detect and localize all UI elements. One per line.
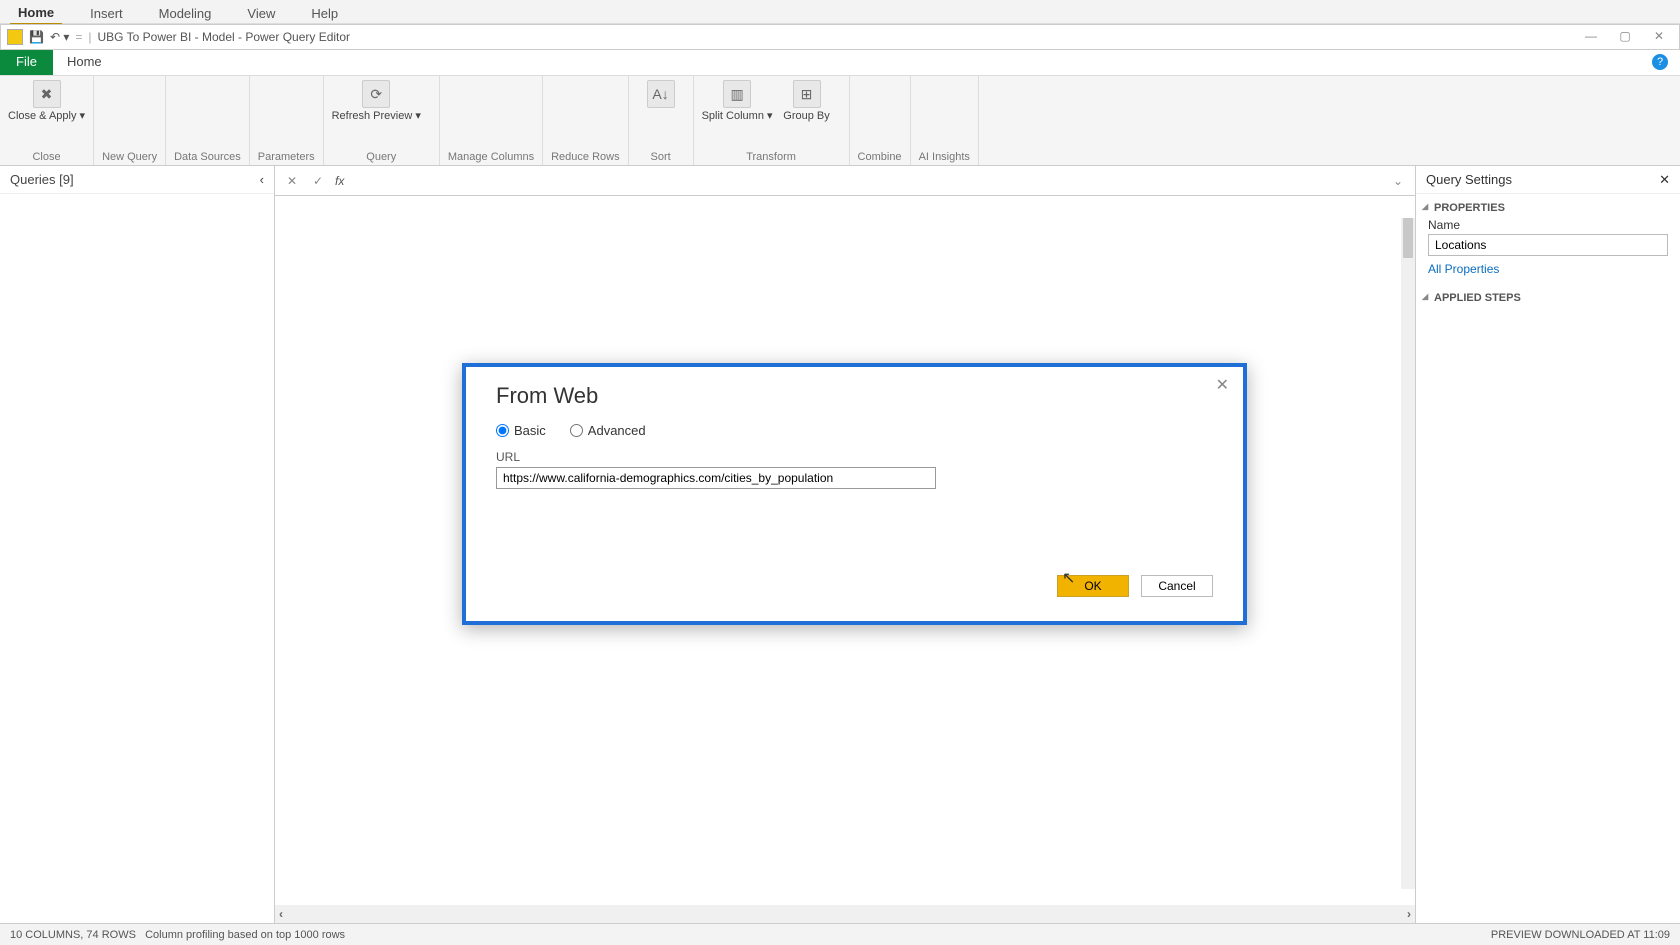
ribbon-tab-home[interactable]: Home bbox=[53, 50, 116, 75]
refresh-preview-button[interactable]: ⟳Refresh Preview ▾ bbox=[332, 80, 421, 123]
horizontal-scrollbar[interactable]: ‹› bbox=[275, 905, 1415, 923]
collapse-icon[interactable]: ‹ bbox=[260, 172, 264, 187]
top-menu-home[interactable]: Home bbox=[10, 2, 62, 25]
window-title: UBG To Power BI - Model - Power Query Ed… bbox=[98, 30, 351, 44]
ok-button[interactable]: OK bbox=[1057, 575, 1129, 597]
formula-expand-icon[interactable]: ⌄ bbox=[1389, 174, 1407, 188]
close-apply-button[interactable]: ✖Close & Apply ▾ bbox=[8, 80, 85, 123]
all-properties-link[interactable]: All Properties bbox=[1416, 262, 1680, 284]
advanced-radio[interactable]: Advanced bbox=[570, 423, 646, 438]
ribbon-tabs: File Home ? bbox=[0, 50, 1680, 76]
vertical-scrollbar[interactable] bbox=[1401, 218, 1415, 889]
url-input[interactable] bbox=[496, 467, 936, 489]
queries-pane: Queries [9] ‹ bbox=[0, 166, 275, 923]
from-web-dialog: ✕ From Web Basic Advanced URL OK Cancel bbox=[462, 363, 1247, 625]
pbi-logo-icon bbox=[7, 29, 23, 45]
group-by-button[interactable]: ⊞Group By bbox=[783, 80, 831, 123]
url-label: URL bbox=[496, 450, 1213, 464]
save-icon[interactable]: 💾 bbox=[29, 30, 44, 44]
query-settings-pane: Query Settings✕ PROPERTIES Name All Prop… bbox=[1415, 166, 1680, 923]
dialog-close-icon[interactable]: ✕ bbox=[1216, 375, 1229, 395]
minimize-icon[interactable]: — bbox=[1577, 29, 1605, 45]
close-icon[interactable]: ✕ bbox=[1645, 29, 1673, 45]
fx-icon[interactable]: fx bbox=[335, 174, 344, 188]
file-tab[interactable]: File bbox=[0, 50, 53, 75]
queries-title: Queries [9] bbox=[10, 172, 74, 187]
maximize-icon[interactable]: ▢ bbox=[1611, 29, 1639, 45]
basic-radio[interactable]: Basic bbox=[496, 423, 546, 438]
accept-formula-icon[interactable]: ✓ bbox=[309, 174, 327, 188]
cancel-button[interactable]: Cancel bbox=[1141, 575, 1213, 597]
applied-steps-section[interactable]: APPLIED STEPS bbox=[1416, 284, 1680, 308]
properties-section[interactable]: PROPERTIES bbox=[1416, 194, 1680, 218]
top-menu-insert[interactable]: Insert bbox=[82, 3, 131, 24]
top-menu-view[interactable]: View bbox=[239, 3, 283, 24]
formula-bar[interactable]: ✕ ✓ fx ⌄ bbox=[275, 166, 1415, 196]
titlebar: 💾 ↶ ▾ = | UBG To Power BI - Model - Powe… bbox=[0, 24, 1680, 50]
name-label: Name bbox=[1416, 218, 1680, 234]
sort-asc-button[interactable]: A↓ bbox=[637, 80, 685, 108]
app-top-menu: Home Insert Modeling View Help bbox=[0, 0, 1680, 24]
split-column-button[interactable]: ▥Split Column ▾ bbox=[702, 80, 773, 123]
query-name-input[interactable] bbox=[1428, 234, 1668, 256]
top-menu-help[interactable]: Help bbox=[303, 3, 346, 24]
undo-icon[interactable]: ↶ ▾ bbox=[50, 30, 69, 44]
statusbar: 10 COLUMNS, 74 ROWS Column profiling bas… bbox=[0, 923, 1680, 945]
top-menu-modeling[interactable]: Modeling bbox=[151, 3, 220, 24]
dialog-title: From Web bbox=[496, 383, 1213, 409]
close-settings-icon[interactable]: ✕ bbox=[1659, 172, 1670, 188]
help-icon[interactable]: ? bbox=[1652, 54, 1668, 70]
cancel-formula-icon[interactable]: ✕ bbox=[283, 174, 301, 188]
ribbon: ✖Close & Apply ▾Close New Query Data Sou… bbox=[0, 76, 1680, 166]
